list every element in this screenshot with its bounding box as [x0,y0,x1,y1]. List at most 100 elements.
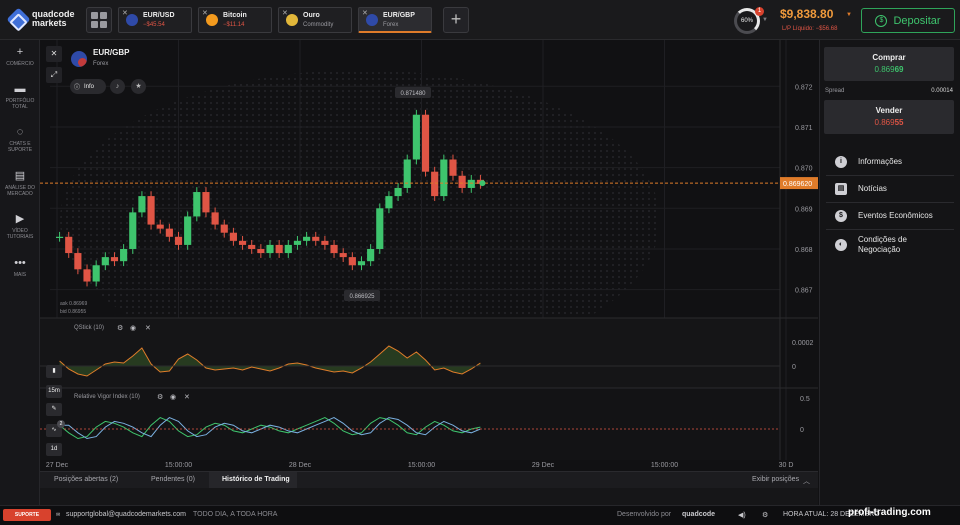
rvi-label: Relative Vigor Index (10) [74,394,140,400]
low-price-label: 0.866925 [349,294,375,300]
gear-icon[interactable]: ⚙ [117,324,123,332]
candle-body [74,253,82,270]
asset-name: EUR/GBP [93,48,130,57]
tab-history[interactable]: Histórico de Trading [222,476,290,483]
close-chart-button[interactable]: ✕ [46,46,62,62]
price-chart[interactable]: 0.869620 0.871480 0.866925 ask 0.86969 bid 0… [40,40,818,470]
play-icon: ▶ [15,213,25,225]
chat-icon: ◌ [16,126,24,138]
x-tick-label: 15:00:00 [651,462,678,469]
sidebar-item-analysis[interactable]: ▤ ANÁLISE DO MERCADO [0,171,40,198]
sell-label: Vender [875,106,903,115]
support-button[interactable]: SUPORTE [3,509,51,521]
current-price-label: 0.869620 [783,181,812,188]
x-tick-label: 28 Dec [289,462,312,469]
candle-body [257,248,265,254]
sidebar-item-label: VÍDEO TUTORIAIS [6,228,34,240]
star-icon[interactable]: ★ [131,79,146,94]
candle-body [421,114,430,172]
y-tick-label: 0.869 [795,206,813,213]
eye-icon[interactable]: ◉ [170,393,176,401]
menu-news[interactable]: ▤ Notícias [826,176,954,203]
deposit-label: Depositar [893,14,941,27]
menu-economic-events[interactable]: $ Eventos Econômicos [826,203,954,230]
chart-area[interactable]: 0.869620 0.871480 0.866925 ask 0.86969 bid 0… [40,40,818,470]
chevron-down-icon[interactable]: ▼ [762,17,768,23]
candle-body [376,208,384,249]
candle-body [357,261,366,266]
tab-eur-gbp[interactable]: ✕ EUR/GBP Forex [358,7,432,33]
candle-body [321,240,329,245]
sidebar-item-trade[interactable]: + COMÉRCIO [0,47,40,68]
candle-body [229,232,237,241]
sell-button[interactable]: Vender 0.86955 [824,100,954,134]
high-price-label: 0.871480 [400,91,426,97]
menu-info[interactable]: i Informações [826,149,954,176]
flag-icon [71,51,87,67]
sell-price: 0.869 [874,118,895,127]
draw-icon[interactable]: ✎ [46,403,62,416]
apps-grid-button[interactable] [86,7,112,33]
sidebar-item-label: COMÉRCIO [6,61,34,67]
close-icon[interactable]: ✕ [184,393,190,401]
chevron-down-icon[interactable]: ▼ [846,12,852,18]
tab-label: EUR/GBP [383,12,415,19]
candle-body [92,265,100,282]
sidebar-item-more[interactable]: ••• MAIS [0,258,40,279]
y-tick-label: 0.868 [795,247,813,254]
y-tick-label: 0.867 [795,288,813,295]
candle-body [293,240,302,245]
net-pl: L/P Líquido: −$56.68 [782,26,838,32]
qstick-label: QStick (10) [74,325,105,331]
notification-badge: 1 [755,7,764,16]
gold-icon [286,14,298,26]
ask-label: ask 0.86969 [60,301,87,307]
qstick-panel [40,318,780,388]
info-label: Info [84,83,95,90]
tab-ouro[interactable]: ✕ Ouro Commodity [278,7,352,33]
quadcode-brand: quadcode [682,511,716,518]
chart-type-button[interactable]: ▮ [46,365,62,378]
balance-value[interactable]: $9,838.80 [780,7,833,21]
briefcase-icon: ▬ [14,83,26,95]
bitcoin-icon [206,14,218,26]
tab-open-positions[interactable]: Posições abertas (2) [54,476,118,483]
sidebar-item-portfolio[interactable]: ▬ PORTFÓLIO TOTAL [0,83,40,111]
add-tab-button[interactable]: + [443,7,469,33]
candle-body [129,212,137,249]
bell-icon[interactable]: ♪ [110,79,125,94]
timeframe-button[interactable]: 15m [46,385,62,398]
support-email[interactable]: supportglobal@quadcodemarkets.com [66,511,186,518]
brand-logo[interactable]: quadcode markets [6,6,75,32]
deposit-button[interactable]: $ Depositar [861,8,955,33]
tab-pending[interactable]: Pendentes (0) [151,476,195,483]
sidebar-item-videos[interactable]: ▶ VÍDEO TUTORIAIS [0,213,40,241]
close-icon[interactable]: ✕ [145,324,151,332]
eye-icon[interactable]: ◉ [130,324,136,332]
buy-button[interactable]: Comprar 0.86969 [824,47,954,81]
speaker-icon[interactable]: ◀) [738,511,746,519]
show-positions-button[interactable]: Exibir posições [752,476,799,483]
tab-label: EUR/USD [143,12,175,19]
range-button[interactable]: 1d [46,443,62,456]
chevron-up-icon[interactable]: ︿ [803,476,810,486]
sell-price-end: 55 [894,118,904,127]
gear-icon[interactable]: ⚙ [762,511,768,519]
gear-icon[interactable]: ⚙ [157,393,163,401]
spread-label: Spread [825,88,845,94]
expand-icon[interactable]: ⤢ [46,67,62,83]
qstick-tick: 0 [792,364,796,371]
candle-body [238,240,247,245]
info-button[interactable]: ⓘ Info [70,79,106,94]
tab-sub: −$45.54 [143,22,165,28]
menu-trading-conditions[interactable]: ◐ Condições de Negociação [826,230,954,262]
sidebar-item-label: MAIS [13,272,27,278]
tab-bitcoin[interactable]: ✕ Bitcoin −$11.14 [198,7,272,33]
x-tick-label: 29 Dec [532,462,555,469]
spread-value: 0.00014 [931,88,953,94]
candle-body [303,236,311,241]
sidebar-item-chats[interactable]: ◌ CHATS E SUPORTE [0,126,40,154]
tab-eur-usd[interactable]: ✕ EUR/USD −$45.54 [118,7,192,33]
flag-icon [126,14,138,26]
candle-body [248,244,256,249]
